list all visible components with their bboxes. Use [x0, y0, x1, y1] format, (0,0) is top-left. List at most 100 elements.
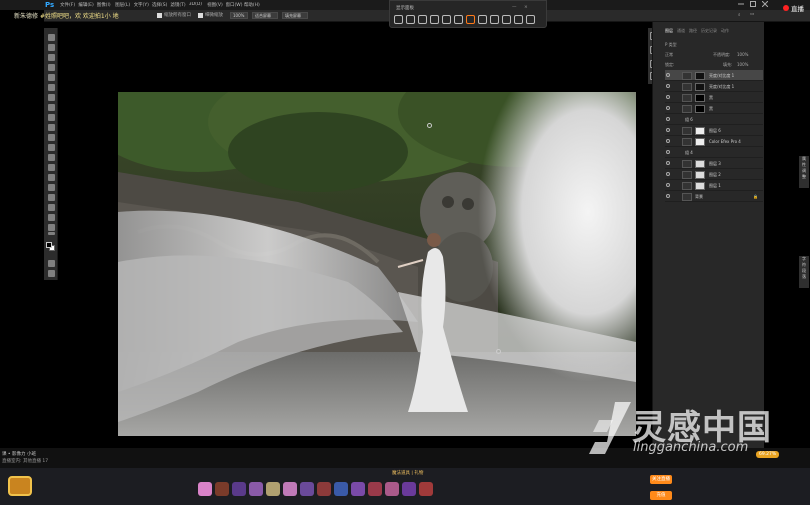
gift-item-icon[interactable]: [266, 482, 280, 496]
brush-tool-icon[interactable]: [47, 104, 55, 111]
eye-icon[interactable]: [666, 95, 670, 99]
path-select-icon[interactable]: [47, 194, 55, 201]
layer-row[interactable]: 黑: [665, 92, 763, 103]
document-canvas[interactable]: [118, 92, 636, 436]
lock-icon[interactable]: [490, 15, 499, 24]
pen-tool-icon[interactable]: [47, 174, 55, 181]
more-tools-icon[interactable]: [47, 232, 55, 235]
layer-row[interactable]: Color Efex Pro 4: [665, 136, 763, 147]
menu-view[interactable]: 视图(V): [207, 2, 225, 8]
gift-item-icon[interactable]: [283, 482, 297, 496]
maximize-icon[interactable]: [750, 1, 756, 7]
menu-layer[interactable]: 图层(L): [115, 2, 133, 8]
eye-icon[interactable]: [666, 117, 670, 121]
healing-brush-icon[interactable]: [47, 94, 55, 101]
eye-icon[interactable]: [666, 161, 670, 165]
layer-row[interactable]: 组 4: [665, 147, 763, 158]
blend-mode-select[interactable]: 正常: [665, 52, 673, 59]
gift-item-icon[interactable]: [249, 482, 263, 496]
brush-icon[interactable]: [478, 15, 487, 24]
chat-icon[interactable]: [406, 15, 415, 24]
tab-actions[interactable]: 动作: [721, 28, 729, 34]
share-icon[interactable]: [442, 15, 451, 24]
eye-icon[interactable]: [666, 150, 670, 154]
gift-category[interactable]: 魔法道具: [392, 471, 410, 476]
menu-3d[interactable]: 3D(D): [189, 2, 207, 8]
eye-icon[interactable]: [666, 139, 670, 143]
eye-icon[interactable]: [666, 194, 670, 198]
tab-history[interactable]: 历史记录: [701, 28, 717, 34]
tab-channels[interactable]: 通道: [677, 28, 685, 34]
zoom-all-checkbox[interactable]: [157, 13, 162, 18]
gift-item-icon[interactable]: [300, 482, 314, 496]
blur-tool-icon[interactable]: [47, 154, 55, 161]
recharge-button[interactable]: 充值: [650, 491, 672, 500]
gift-item-icon[interactable]: [334, 482, 348, 496]
screen-mode-icon[interactable]: [47, 270, 55, 277]
power-icon[interactable]: [394, 15, 403, 24]
layer-row[interactable]: 组 6: [665, 114, 763, 125]
eye-icon[interactable]: [666, 128, 670, 132]
eye-icon[interactable]: [666, 84, 670, 88]
fullscreen-icon[interactable]: [514, 15, 523, 24]
workspace-icon[interactable]: ▭: [750, 12, 754, 17]
layer-row[interactable]: 图层 3: [665, 158, 763, 169]
opacity-field[interactable]: 100%: [737, 52, 748, 59]
menu-help[interactable]: 帮助(H): [244, 2, 262, 8]
layer-row[interactable]: 图层 1: [665, 180, 763, 191]
foreground-color-swatch[interactable]: [46, 242, 52, 248]
zoom-tool-icon[interactable]: [47, 224, 55, 231]
minimize-icon[interactable]: [738, 1, 744, 7]
layer-filter-kind[interactable]: P 类型: [665, 42, 677, 49]
stamp-tool-icon[interactable]: [47, 114, 55, 121]
capture-close-button[interactable]: ×: [524, 5, 528, 10]
gift-item-icon[interactable]: [419, 482, 433, 496]
lasso-tool-icon[interactable]: [47, 54, 55, 61]
shape-tool-icon[interactable]: [47, 204, 55, 211]
menu-window[interactable]: 窗口(W): [226, 2, 244, 8]
gift-item-icon[interactable]: [368, 482, 382, 496]
type-tool-icon[interactable]: [47, 184, 55, 191]
quick-mask-icon[interactable]: [47, 260, 55, 267]
gift-item-icon[interactable]: [232, 482, 246, 496]
menu-filter[interactable]: 滤镜(T): [170, 2, 188, 8]
magic-wand-icon[interactable]: [47, 64, 55, 71]
tab-paths[interactable]: 路径: [689, 28, 697, 34]
gear-icon[interactable]: [526, 15, 535, 24]
layer-row[interactable]: 图层 6: [665, 125, 763, 136]
menu-file[interactable]: 文件(F): [60, 2, 78, 8]
fit-screen-button[interactable]: 适合屏幕: [252, 12, 278, 19]
gift-item-icon[interactable]: [215, 482, 229, 496]
zoom-value-field[interactable]: 100%: [230, 12, 248, 19]
gift-sub[interactable]: 礼物: [414, 471, 423, 476]
history-brush-icon[interactable]: [47, 124, 55, 131]
fill-field[interactable]: 100%: [737, 62, 748, 69]
eye-icon[interactable]: [666, 172, 670, 176]
properties-mini-panel[interactable]: 属 性 调 整: [799, 156, 809, 188]
menu-edit[interactable]: 编辑(E): [78, 2, 96, 8]
gift-item-icon[interactable]: [317, 482, 331, 496]
scrubby-checkbox[interactable]: [198, 13, 203, 18]
gift-icon[interactable]: [418, 15, 427, 24]
character-mini-panel[interactable]: 字 符 段 落: [799, 256, 809, 288]
search-icon[interactable]: ⌕: [738, 12, 741, 18]
eyedropper-icon[interactable]: [47, 84, 55, 91]
zoom-pill[interactable]: 69.27%: [756, 451, 780, 458]
hand-tool-icon[interactable]: [47, 214, 55, 221]
users-icon[interactable]: [430, 15, 439, 24]
eraser-tool-icon[interactable]: [47, 134, 55, 141]
pen-icon[interactable]: [502, 15, 511, 24]
menu-type[interactable]: 文字(Y): [134, 2, 152, 8]
layer-row[interactable]: 黑: [665, 103, 763, 114]
layer-row[interactable]: 图层 2: [665, 169, 763, 180]
fill-screen-button[interactable]: 填充屏幕: [282, 12, 308, 19]
layer-row[interactable]: 背景 🔒: [665, 191, 763, 202]
close-icon[interactable]: [761, 0, 769, 8]
move-tool-icon[interactable]: [47, 34, 55, 41]
mic-icon[interactable]: [454, 15, 463, 24]
camera-icon[interactable]: [466, 15, 475, 24]
treasure-chest-icon[interactable]: [8, 476, 32, 496]
layer-row[interactable]: 亮度/对比度 1: [665, 70, 763, 81]
follow-button[interactable]: 关注直播: [650, 475, 672, 484]
gift-item-icon[interactable]: [385, 482, 399, 496]
